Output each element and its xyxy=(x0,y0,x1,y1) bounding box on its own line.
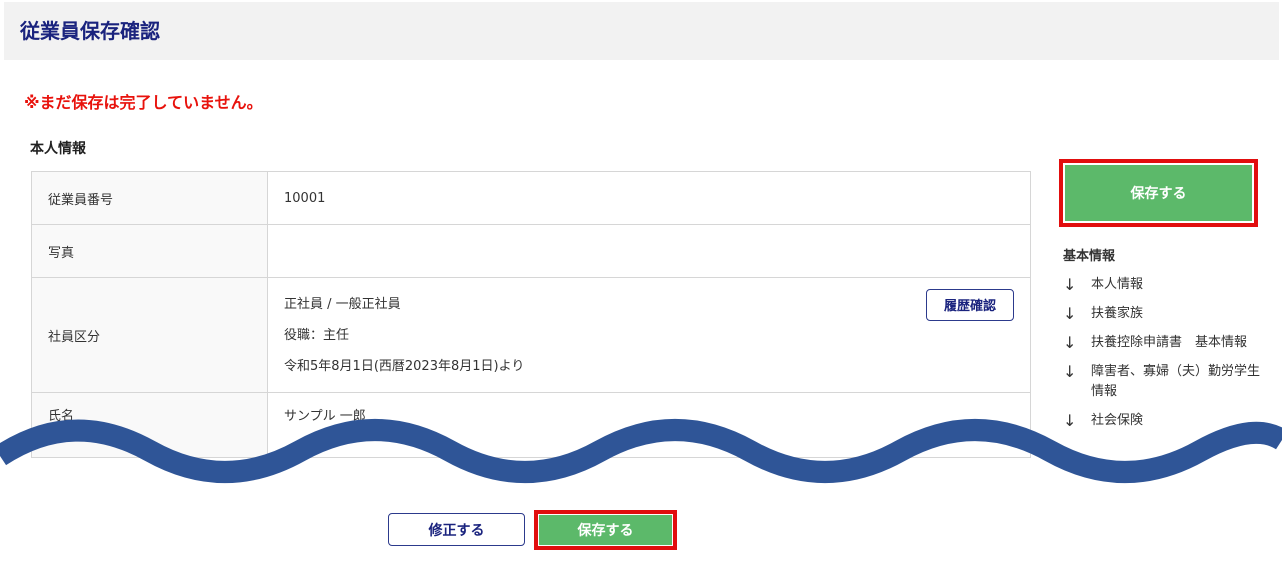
side-nav-item-deduction-basic[interactable]: ↓ 扶養控除申請書 基本情報 xyxy=(1063,333,1263,353)
arrow-down-icon: ↓ xyxy=(1063,304,1077,323)
arrow-down-icon: ↓ xyxy=(1063,362,1077,381)
history-check-button[interactable]: 履歴確認 xyxy=(926,288,1014,321)
side-nav-item-label: 扶養家族 xyxy=(1091,306,1144,321)
classification-label: 社員区分 xyxy=(31,277,268,393)
side-nav-heading: 基本情報 xyxy=(1063,249,1116,264)
page-header: 従業員保存確認 xyxy=(4,2,1279,60)
table-row-photo: 写真 xyxy=(31,224,1031,278)
arrow-down-icon: ↓ xyxy=(1063,275,1077,294)
side-save-highlight: 保存する xyxy=(1059,159,1258,227)
classification-type: 正社員 / 一般正社員 xyxy=(284,296,401,312)
edit-button[interactable]: 修正する xyxy=(388,513,525,546)
arrow-down-icon: ↓ xyxy=(1063,333,1077,352)
wave-path xyxy=(0,419,1282,483)
table-row-classification: 社員区分 正社員 / 一般正社員 役職：主任 令和5年8月1日(西暦2023年8… xyxy=(31,277,1031,393)
personal-info-table: 従業員番号 10001 写真 社員区分 正社員 / 一般正社員 役職：主任 令和… xyxy=(31,171,1031,458)
bottom-save-button[interactable]: 保存する xyxy=(539,515,672,545)
side-nav-item-dependents[interactable]: ↓ 扶養家族 xyxy=(1063,304,1263,324)
wave-divider xyxy=(0,419,1282,483)
side-nav: 基本情報 ↓ 本人情報 ↓ 扶養家族 ↓ 扶養控除申請書 基本情報 ↓ 障害者、… xyxy=(1063,247,1263,440)
classification-effective-date: 令和5年8月1日(西暦2023年8月1日)より xyxy=(284,358,525,374)
unsaved-warning: ※まだ保存は完了していません。 xyxy=(24,93,263,112)
section-title: 本人情報 xyxy=(30,141,86,157)
side-nav-item-label: 扶養控除申請書 基本情報 xyxy=(1091,335,1248,350)
side-nav-item-label: 本人情報 xyxy=(1091,277,1144,292)
classification-cell: 正社員 / 一般正社員 役職：主任 令和5年8月1日(西暦2023年8月1日)よ… xyxy=(267,277,1031,393)
page-title: 従業員保存確認 xyxy=(20,19,160,43)
photo-label: 写真 xyxy=(31,224,268,278)
side-nav-item-label: 障害者、寡婦（夫）勤労学生情報 xyxy=(1091,364,1261,399)
side-nav-item-personal-info[interactable]: ↓ 本人情報 xyxy=(1063,275,1263,295)
table-row-employee-number: 従業員番号 10001 xyxy=(31,171,1031,225)
photo-value xyxy=(267,224,1031,278)
employee-number-label: 従業員番号 xyxy=(31,171,268,225)
side-nav-item-disability[interactable]: ↓ 障害者、寡婦（夫）勤労学生情報 xyxy=(1063,362,1263,402)
employee-number-value: 10001 xyxy=(267,171,1031,225)
side-save-button[interactable]: 保存する xyxy=(1065,165,1252,221)
bottom-save-highlight: 保存する xyxy=(534,510,677,550)
classification-position: 役職：主任 xyxy=(284,327,350,343)
